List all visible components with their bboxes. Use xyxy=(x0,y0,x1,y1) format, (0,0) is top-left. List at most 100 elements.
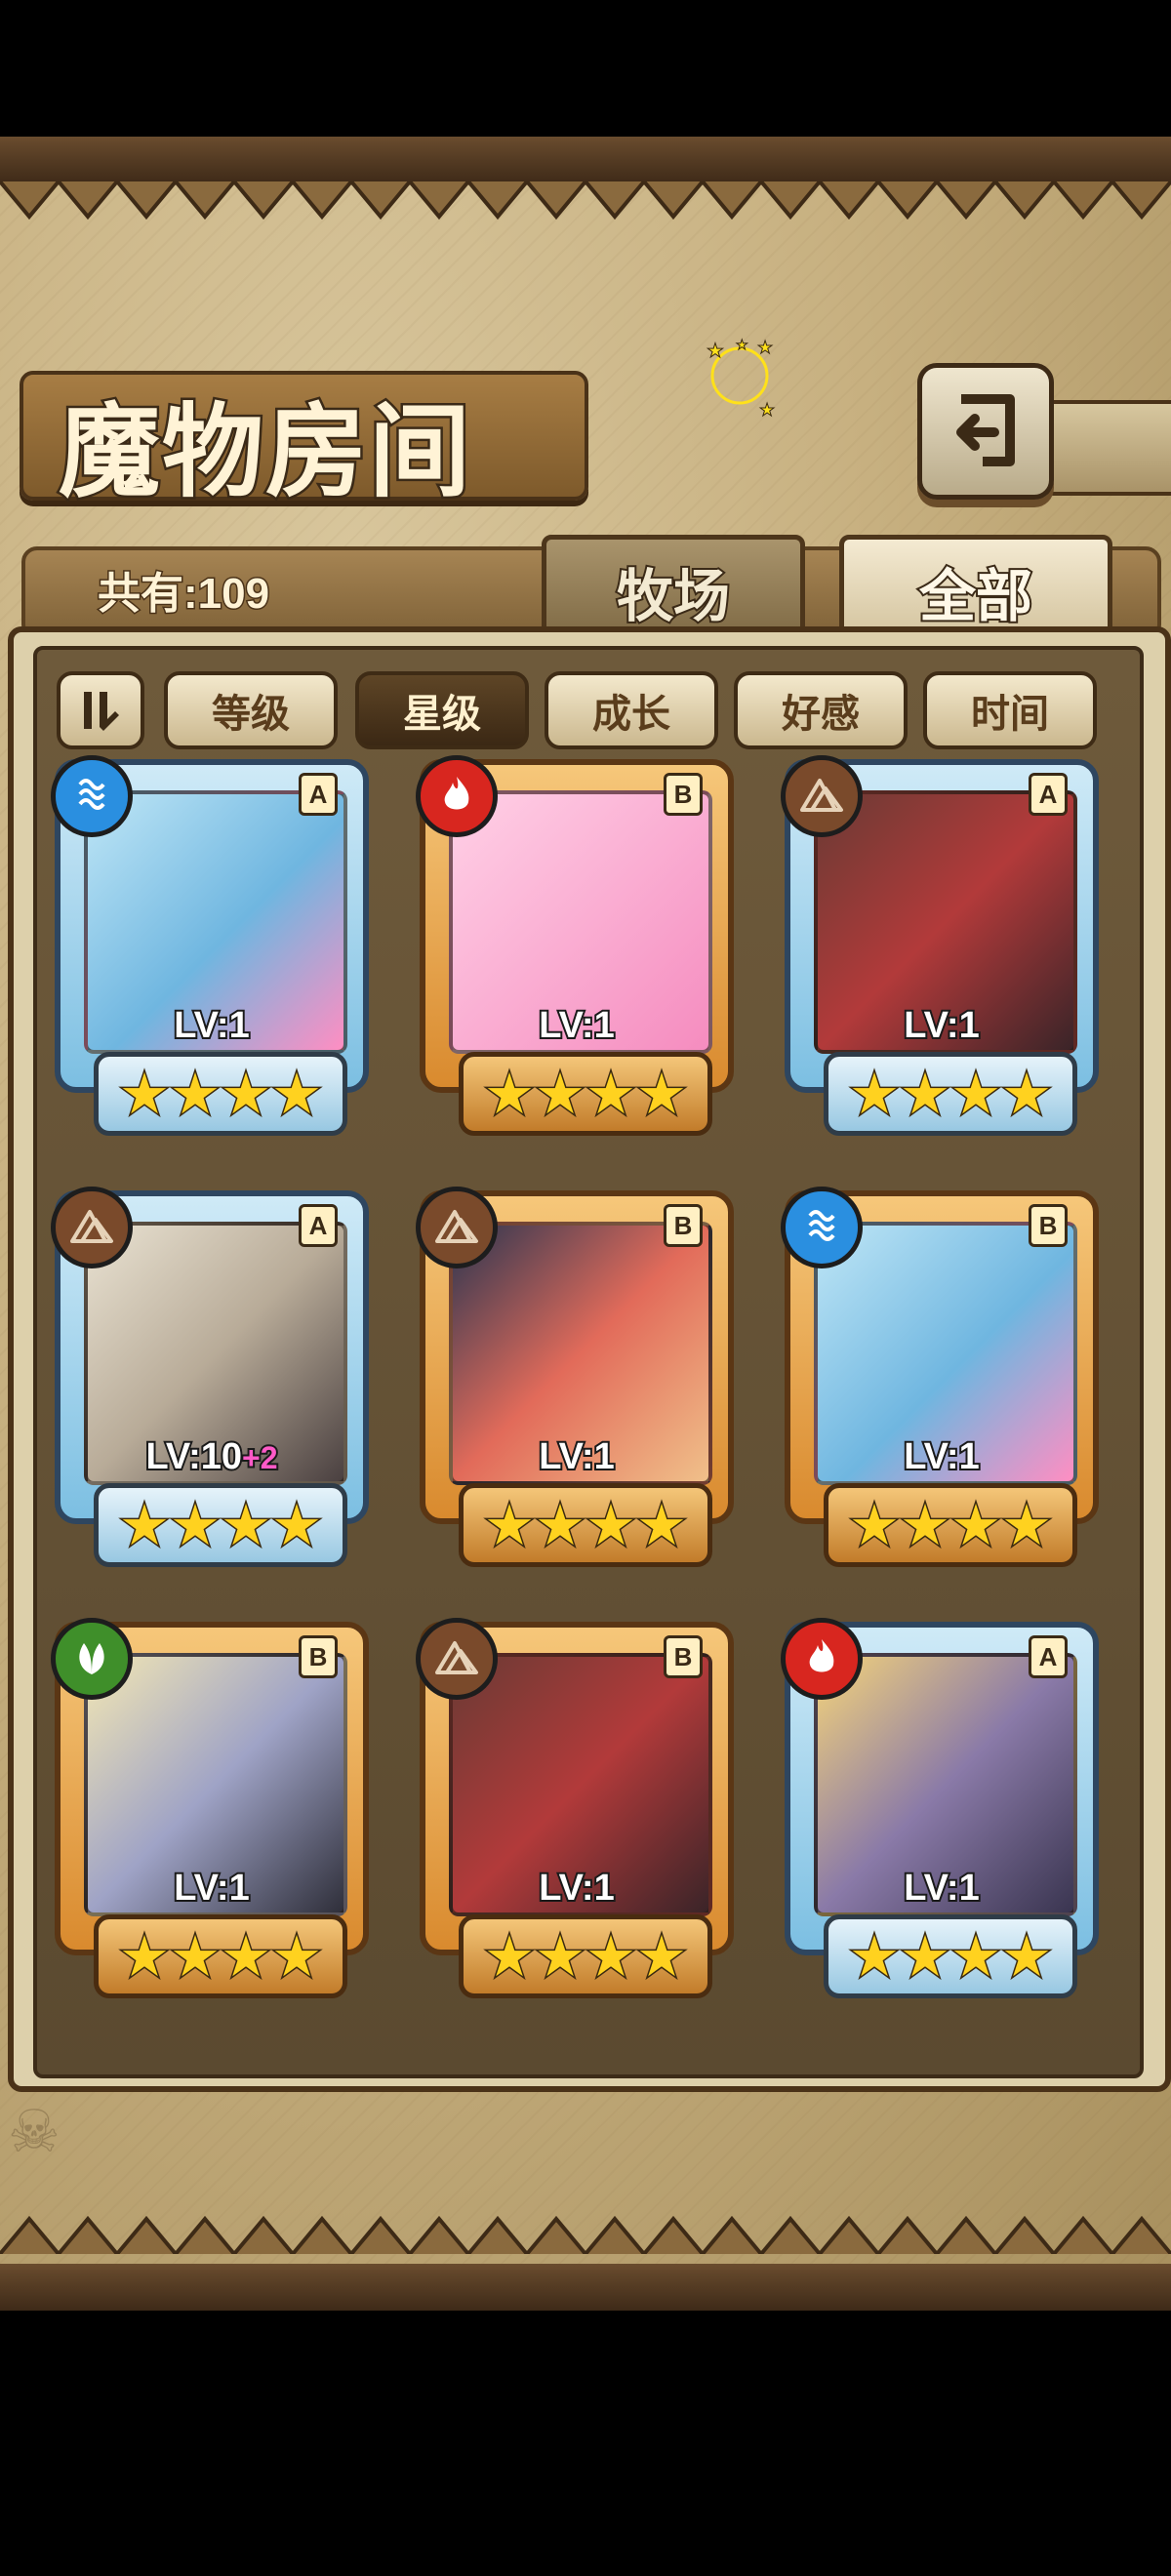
rank-badge: A xyxy=(299,1204,338,1247)
level-label: LV:1 xyxy=(425,1866,728,1911)
star-icon: ★ xyxy=(220,1061,273,1127)
star-icon: ★ xyxy=(848,1923,902,1990)
star-icon: ★ xyxy=(585,1923,638,1990)
star-icon: ★ xyxy=(169,1492,222,1558)
svg-text:★: ★ xyxy=(759,400,775,420)
star-icon: ★ xyxy=(483,1492,537,1558)
monster-card[interactable]: A LV:1 ★ ★ ★ ★ xyxy=(781,1618,1107,1998)
star-icon: ★ xyxy=(483,1923,537,1990)
star-icon: ★ xyxy=(949,1923,1003,1990)
star-rating: ★ ★ ★ ★ xyxy=(459,1052,712,1136)
star-icon: ★ xyxy=(949,1492,1003,1558)
star-icon: ★ xyxy=(220,1492,273,1558)
monster-count: 共有:109 xyxy=(96,569,270,620)
star-icon: ★ xyxy=(270,1923,324,1990)
star-icon: ★ xyxy=(635,1061,689,1127)
back-tab-decor xyxy=(1039,400,1171,496)
star-icon: ★ xyxy=(534,1492,587,1558)
level-value: LV:10 xyxy=(143,1434,244,1479)
star-icon: ★ xyxy=(534,1061,587,1127)
star-rating: ★ ★ ★ ★ xyxy=(459,1483,712,1567)
monster-card[interactable]: A LV:1 ★ ★ ★ ★ xyxy=(51,755,377,1136)
star-icon: ★ xyxy=(118,1061,172,1127)
star-rating: ★ ★ ★ ★ xyxy=(824,1914,1077,1998)
rank-badge: A xyxy=(299,773,338,816)
fire-icon xyxy=(416,755,498,837)
rank-badge: B xyxy=(664,773,703,816)
level-label: LV:10+2 xyxy=(61,1434,363,1479)
rank-badge: B xyxy=(664,1635,703,1678)
level-label: LV:1 xyxy=(425,1434,728,1479)
rank-badge: A xyxy=(1029,1635,1068,1678)
star-icon: ★ xyxy=(118,1492,172,1558)
level-value: LV:1 xyxy=(902,1434,981,1479)
star-icon: ★ xyxy=(949,1061,1003,1127)
wood-icon xyxy=(51,1618,133,1700)
page-title: 魔物房间 xyxy=(56,389,473,514)
star-icon: ★ xyxy=(483,1061,537,1127)
skull-icon: ☠ xyxy=(8,2098,61,2166)
star-rating: ★ ★ ★ ★ xyxy=(824,1483,1077,1567)
level-label: LV:1 xyxy=(61,1003,363,1048)
sort-star-button[interactable]: 星级 xyxy=(355,671,529,749)
star-rating: ★ ★ ★ ★ xyxy=(94,1052,347,1136)
star-icon: ★ xyxy=(585,1492,638,1558)
level-value: LV:1 xyxy=(902,1866,981,1911)
star-icon: ★ xyxy=(899,1492,952,1558)
star-icon: ★ xyxy=(635,1492,689,1558)
sort-level-button[interactable]: 等级 xyxy=(164,671,338,749)
star-icon: ★ xyxy=(169,1061,222,1127)
monster-card[interactable]: A LV:10+2 ★ ★ ★ ★ xyxy=(51,1187,377,1567)
monster-card[interactable]: B LV:1 ★ ★ ★ ★ xyxy=(51,1618,377,1998)
star-rating: ★ ★ ★ ★ xyxy=(824,1052,1077,1136)
level-value: LV:1 xyxy=(537,1003,616,1048)
level-value: LV:1 xyxy=(172,1866,251,1911)
level-label: LV:1 xyxy=(790,1866,1093,1911)
level-label: LV:1 xyxy=(790,1434,1093,1479)
star-icon: ★ xyxy=(270,1492,324,1558)
monster-card[interactable]: B LV:1 ★ ★ ★ ★ xyxy=(416,1618,742,1998)
bottom-zigzag-trim xyxy=(0,2215,1171,2254)
bottom-wood-border xyxy=(0,2264,1171,2311)
star-icon: ★ xyxy=(118,1923,172,1990)
star-rating: ★ ★ ★ ★ xyxy=(94,1914,347,1998)
star-icon: ★ xyxy=(534,1923,587,1990)
svg-text:★: ★ xyxy=(757,338,773,358)
sort-order-button[interactable] xyxy=(57,671,144,749)
top-wood-border xyxy=(0,137,1171,183)
rank-badge: B xyxy=(664,1204,703,1247)
level-bonus: +2 xyxy=(240,1438,280,1477)
rank-badge: A xyxy=(1029,773,1068,816)
level-value: LV:1 xyxy=(537,1866,616,1911)
earth-icon xyxy=(51,1187,133,1268)
star-rating: ★ ★ ★ ★ xyxy=(94,1483,347,1567)
star-icon: ★ xyxy=(585,1061,638,1127)
monster-card[interactable]: B LV:1 ★ ★ ★ ★ xyxy=(781,1187,1107,1567)
star-rating: ★ ★ ★ ★ xyxy=(459,1914,712,1998)
svg-text:★: ★ xyxy=(707,339,724,362)
star-icon: ★ xyxy=(169,1923,222,1990)
level-label: LV:1 xyxy=(61,1866,363,1911)
water-icon xyxy=(781,1187,863,1268)
star-icon: ★ xyxy=(848,1492,902,1558)
star-icon: ★ xyxy=(1000,1923,1054,1990)
sparkle-icon: ★ ★ ★ ★ xyxy=(707,338,776,421)
star-icon: ★ xyxy=(899,1923,952,1990)
sort-time-button[interactable]: 时间 xyxy=(923,671,1097,749)
back-button[interactable] xyxy=(917,363,1054,500)
monster-card[interactable]: B LV:1 ★ ★ ★ ★ xyxy=(416,1187,742,1567)
level-value: LV:1 xyxy=(902,1003,981,1048)
monster-card[interactable]: A LV:1 ★ ★ ★ ★ xyxy=(781,755,1107,1136)
rank-badge: B xyxy=(1029,1204,1068,1247)
sort-growth-button[interactable]: 成长 xyxy=(545,671,718,749)
top-zigzag-trim xyxy=(0,181,1171,221)
monster-card[interactable]: B LV:1 ★ ★ ★ ★ xyxy=(416,755,742,1136)
star-icon: ★ xyxy=(635,1923,689,1990)
sort-order-icon xyxy=(84,692,119,731)
sort-affinity-button[interactable]: 好感 xyxy=(734,671,908,749)
earth-icon xyxy=(416,1187,498,1268)
star-icon: ★ xyxy=(220,1923,273,1990)
star-icon: ★ xyxy=(848,1061,902,1127)
star-icon: ★ xyxy=(899,1061,952,1127)
fire-icon xyxy=(781,1618,863,1700)
